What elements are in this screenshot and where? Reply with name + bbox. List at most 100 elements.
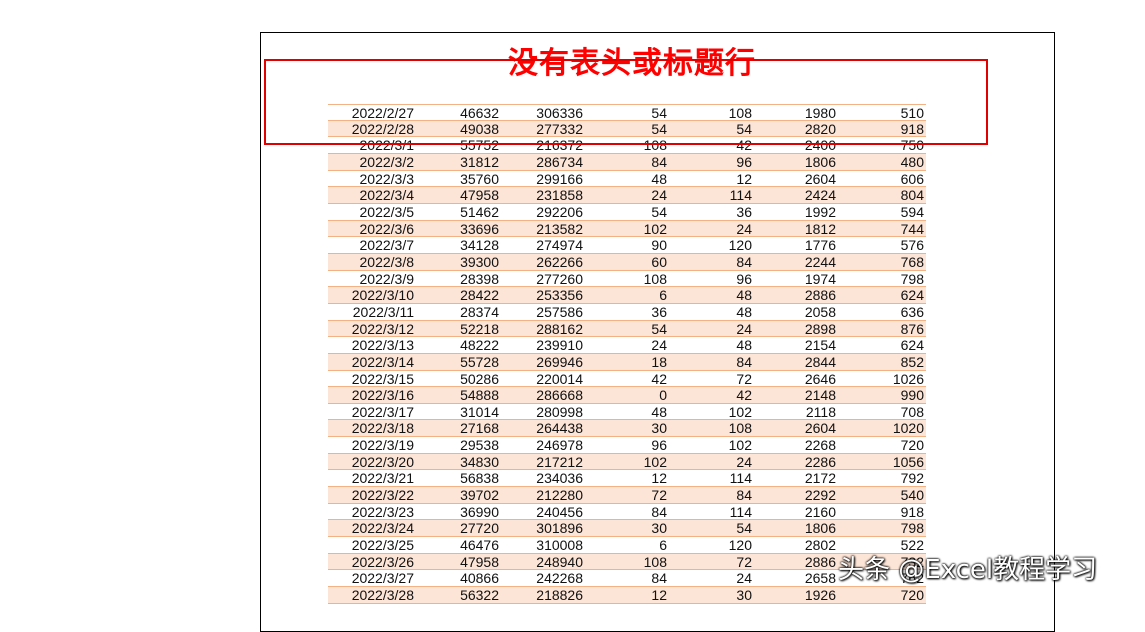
- value-cell[interactable]: 54888: [416, 387, 501, 402]
- value-cell[interactable]: 2148: [754, 387, 838, 402]
- value-cell[interactable]: 792: [838, 470, 926, 486]
- value-cell[interactable]: 33696: [416, 221, 501, 236]
- value-cell[interactable]: 72: [669, 371, 754, 386]
- value-cell[interactable]: 274974: [501, 237, 585, 252]
- value-cell[interactable]: 1806: [754, 154, 838, 169]
- value-cell[interactable]: 1806: [754, 520, 838, 536]
- value-cell[interactable]: 48: [585, 404, 669, 419]
- value-cell[interactable]: 2658: [754, 570, 838, 586]
- table-row[interactable]: 2022/2/28 49038 277332 54 54 2820 918: [328, 120, 926, 138]
- table-row[interactable]: 2022/3/14 55728 269946 18 84 2844 852: [328, 353, 926, 371]
- table-row[interactable]: 2022/3/26 47958 248940 108 72 2886 732: [328, 553, 926, 571]
- value-cell[interactable]: 292206: [501, 204, 585, 219]
- value-cell[interactable]: 84: [585, 154, 669, 169]
- table-row[interactable]: 2022/2/27 46632 306336 54 108 1980 510: [328, 104, 926, 121]
- value-cell[interactable]: 24: [669, 570, 754, 586]
- date-cell[interactable]: 2022/3/16: [328, 387, 416, 402]
- value-cell[interactable]: 852: [838, 354, 926, 369]
- table-row[interactable]: 2022/3/27 40866 242268 84 24 2658 762: [328, 570, 926, 588]
- value-cell[interactable]: 1926: [754, 587, 838, 602]
- value-cell[interactable]: 768: [838, 254, 926, 269]
- date-cell[interactable]: 2022/3/3: [328, 171, 416, 186]
- value-cell[interactable]: 624: [838, 337, 926, 352]
- value-cell[interactable]: 2886: [754, 287, 838, 302]
- date-cell[interactable]: 2022/3/8: [328, 254, 416, 269]
- date-cell[interactable]: 2022/3/14: [328, 354, 416, 369]
- value-cell[interactable]: 96: [669, 271, 754, 286]
- value-cell[interactable]: 240456: [501, 504, 585, 519]
- value-cell[interactable]: 120: [669, 237, 754, 252]
- value-cell[interactable]: 42: [585, 371, 669, 386]
- value-cell[interactable]: 90: [585, 237, 669, 252]
- value-cell[interactable]: 286734: [501, 154, 585, 169]
- value-cell[interactable]: 216372: [501, 137, 585, 152]
- value-cell[interactable]: 280998: [501, 404, 585, 419]
- value-cell[interactable]: 1974: [754, 271, 838, 286]
- value-cell[interactable]: 510: [838, 105, 926, 119]
- value-cell[interactable]: 277332: [501, 121, 585, 136]
- value-cell[interactable]: 108: [585, 271, 669, 286]
- value-cell[interactable]: 34128: [416, 237, 501, 252]
- table-row[interactable]: 2022/3/21 56838 234036 12 114 2172 792: [328, 470, 926, 488]
- table-row[interactable]: 2022/3/13 48222 239910 24 48 2154 624: [328, 337, 926, 354]
- date-cell[interactable]: 2022/3/24: [328, 520, 416, 536]
- value-cell[interactable]: 1776: [754, 237, 838, 252]
- value-cell[interactable]: 257586: [501, 304, 585, 319]
- value-cell[interactable]: 1992: [754, 204, 838, 219]
- value-cell[interactable]: 220014: [501, 371, 585, 386]
- value-cell[interactable]: 46632: [416, 105, 501, 119]
- table-row[interactable]: 2022/3/25 46476 310008 6 120 2802 522: [328, 537, 926, 554]
- value-cell[interactable]: 2802: [754, 537, 838, 552]
- value-cell[interactable]: 24: [669, 221, 754, 236]
- table-row[interactable]: 2022/3/10 28422 253356 6 48 2886 624: [328, 287, 926, 304]
- value-cell[interactable]: 213582: [501, 221, 585, 236]
- value-cell[interactable]: 1980: [754, 105, 838, 119]
- date-cell[interactable]: 2022/3/28: [328, 587, 416, 602]
- value-cell[interactable]: 39702: [416, 487, 501, 502]
- value-cell[interactable]: 594: [838, 204, 926, 219]
- table-row[interactable]: 2022/3/7 34128 274974 90 120 1776 576: [328, 237, 926, 254]
- date-cell[interactable]: 2022/3/17: [328, 404, 416, 419]
- value-cell[interactable]: 27168: [416, 420, 501, 436]
- date-cell[interactable]: 2022/3/25: [328, 537, 416, 552]
- value-cell[interactable]: 84: [669, 354, 754, 369]
- value-cell[interactable]: 60: [585, 254, 669, 269]
- value-cell[interactable]: 84: [669, 254, 754, 269]
- value-cell[interactable]: 918: [838, 504, 926, 519]
- table-row[interactable]: 2022/3/8 39300 262266 60 84 2244 768: [328, 253, 926, 271]
- table-row[interactable]: 2022/3/5 51462 292206 54 36 1992 594: [328, 203, 926, 221]
- table-row[interactable]: 2022/3/17 31014 280998 48 102 2118 708: [328, 403, 926, 421]
- value-cell[interactable]: 102: [585, 221, 669, 236]
- value-cell[interactable]: 36990: [416, 504, 501, 519]
- date-cell[interactable]: 2022/3/22: [328, 487, 416, 502]
- value-cell[interactable]: 299166: [501, 171, 585, 186]
- value-cell[interactable]: 49038: [416, 121, 501, 136]
- date-cell[interactable]: 2022/3/15: [328, 371, 416, 386]
- value-cell[interactable]: 2172: [754, 470, 838, 486]
- value-cell[interactable]: 56322: [416, 587, 501, 602]
- value-cell[interactable]: 2604: [754, 171, 838, 186]
- value-cell[interactable]: 108: [669, 105, 754, 119]
- value-cell[interactable]: 2268: [754, 437, 838, 452]
- table-row[interactable]: 2022/3/12 52218 288162 54 24 2898 876: [328, 320, 926, 338]
- value-cell[interactable]: 84: [585, 504, 669, 519]
- value-cell[interactable]: 231858: [501, 187, 585, 202]
- value-cell[interactable]: 30: [585, 520, 669, 536]
- date-cell[interactable]: 2022/3/19: [328, 437, 416, 452]
- date-cell[interactable]: 2022/3/21: [328, 470, 416, 486]
- value-cell[interactable]: 84: [669, 487, 754, 502]
- date-cell[interactable]: 2022/3/5: [328, 204, 416, 219]
- value-cell[interactable]: 24: [585, 187, 669, 202]
- value-cell[interactable]: 2286: [754, 454, 838, 469]
- value-cell[interactable]: 12: [669, 171, 754, 186]
- value-cell[interactable]: 262266: [501, 254, 585, 269]
- value-cell[interactable]: 750: [838, 137, 926, 152]
- table-row[interactable]: 2022/3/4 47958 231858 24 114 2424 804: [328, 187, 926, 204]
- table-row[interactable]: 2022/3/24 27720 301896 30 54 1806 798: [328, 520, 926, 538]
- date-cell[interactable]: 2022/3/11: [328, 304, 416, 319]
- value-cell[interactable]: 72: [669, 554, 754, 569]
- value-cell[interactable]: 253356: [501, 287, 585, 302]
- value-cell[interactable]: 48: [669, 287, 754, 302]
- value-cell[interactable]: 24: [585, 337, 669, 352]
- date-cell[interactable]: 2022/3/9: [328, 271, 416, 286]
